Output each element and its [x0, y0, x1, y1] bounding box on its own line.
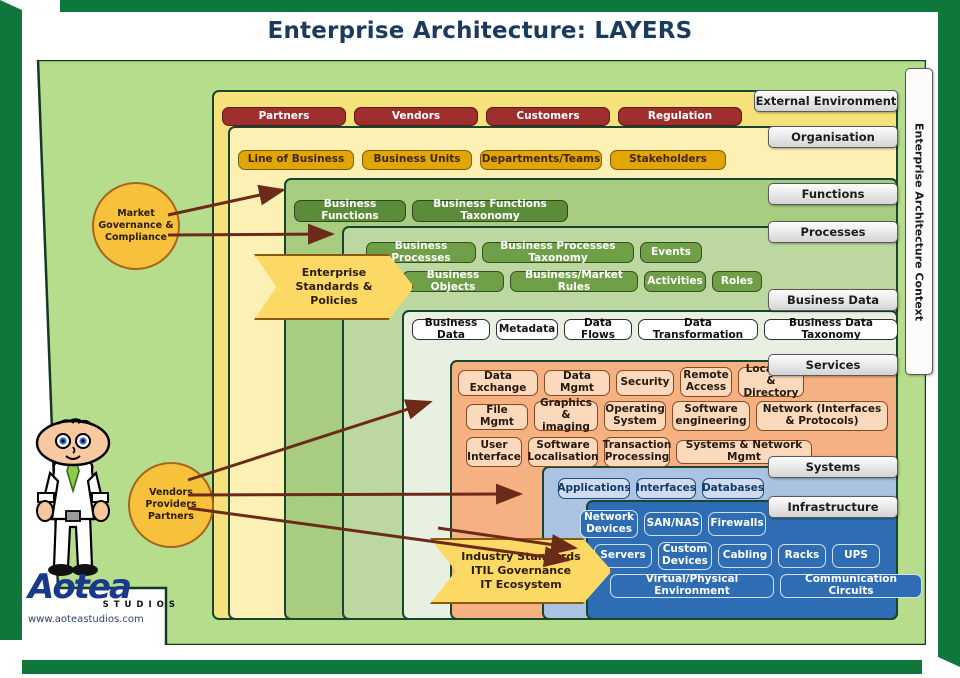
tab-business-data[interactable]: Business Data: [768, 289, 898, 311]
item-data-mgmt[interactable]: Data Mgmt: [544, 370, 610, 396]
item-custom-devices[interactable]: Custom Devices: [658, 542, 712, 570]
page-title: Enterprise Architecture: LAYERS: [267, 18, 693, 44]
item-data-flows[interactable]: Data Flows: [564, 317, 632, 340]
item-vendors[interactable]: Vendors: [354, 107, 478, 126]
tab-organisation[interactable]: Organisation: [768, 126, 898, 148]
callout-vendors-line-3: Partners: [148, 510, 194, 522]
context-label-text: Enterprise Architecture Context: [912, 122, 926, 321]
item-roles[interactable]: Roles: [712, 271, 762, 292]
frame-top-bar: [60, 0, 960, 12]
item-data-exchange[interactable]: Data Exchange: [458, 370, 538, 396]
item-graphics-imaging[interactable]: Graphics & imaging: [534, 397, 598, 433]
callout-market-line-3: Compliance: [105, 231, 167, 243]
brand-name: Aotea: [28, 567, 132, 607]
item-san-nas[interactable]: SAN/NAS: [644, 512, 702, 536]
item-software-engineering[interactable]: Software engineering: [672, 401, 750, 431]
item-security[interactable]: Security: [616, 370, 674, 396]
item-business-data[interactable]: Business Data: [412, 317, 490, 340]
item-stakeholders[interactable]: Stakeholders: [610, 150, 726, 170]
item-business-units[interactable]: Business Units: [362, 150, 472, 170]
callout-market-governance-compliance[interactable]: Market Governance & Compliance: [92, 182, 180, 270]
item-departments-teams[interactable]: Departments/Teams: [480, 150, 602, 170]
item-business-objects[interactable]: Business Objects: [402, 269, 504, 292]
item-data-transformation[interactable]: Data Transformation: [638, 317, 758, 340]
brand-block: Aotea STUDIOS www.aoteastudios.com: [28, 570, 188, 625]
tab-services[interactable]: Services: [768, 354, 898, 376]
item-file-mgmt[interactable]: File Mgmt: [466, 404, 528, 430]
tab-systems[interactable]: Systems: [768, 456, 898, 478]
item-racks[interactable]: Racks: [778, 544, 826, 568]
item-business-functions[interactable]: Business Functions: [294, 198, 406, 222]
item-regulation[interactable]: Regulation: [618, 107, 742, 126]
callout-vendors-line-1: Vendors: [149, 487, 193, 499]
frame-right-bar: [938, 12, 960, 667]
item-applications[interactable]: Applications: [557, 478, 631, 499]
item-user-interface[interactable]: User Interface: [466, 437, 522, 467]
chevron-ent-line-3: Policies: [310, 294, 358, 308]
item-transaction-processing[interactable]: Transaction Processing: [603, 437, 671, 467]
enterprise-architecture-context-label: Enterprise Architecture Context: [905, 68, 933, 375]
chevron-ent-line-2: Standards &: [295, 279, 373, 293]
item-virtual-physical-environment[interactable]: Virtual/Physical Environment: [610, 573, 774, 598]
diagram-canvas: Partners Vendors Customers Regulation Li…: [26, 60, 926, 645]
item-business-data-taxonomy[interactable]: Business Data Taxonomy: [764, 317, 898, 340]
tab-functions[interactable]: Functions: [768, 183, 898, 205]
callout-industry-standards-itil[interactable]: Industry Standards ITIL Governance IT Ec…: [430, 538, 612, 604]
item-network-devices[interactable]: Network Devices: [580, 510, 638, 538]
callout-enterprise-standards-policies[interactable]: Enterprise Standards & Policies: [254, 254, 414, 320]
item-communication-circuits[interactable]: Communication Circuits: [780, 573, 922, 598]
item-line-of-business[interactable]: Line of Business: [238, 150, 354, 170]
callout-vendors-providers-partners[interactable]: Vendors Providers Partners: [128, 462, 214, 548]
brand-url: www.aoteastudios.com: [28, 614, 144, 625]
item-interfaces[interactable]: Interfaces: [636, 478, 696, 499]
item-partners[interactable]: Partners: [222, 107, 346, 126]
chevron-ind-line-3: IT Ecosystem: [480, 578, 562, 592]
chevron-ind-line-2: ITIL Governance: [470, 563, 572, 577]
chevron-ent-line-1: Enterprise: [301, 265, 367, 279]
item-firewalls[interactable]: Firewalls: [708, 512, 766, 536]
item-events[interactable]: Events: [640, 242, 702, 263]
item-business-functions-taxonomy[interactable]: Business Functions Taxonomy: [412, 198, 568, 222]
callout-market-line-2: Governance &: [98, 220, 174, 232]
item-network-interfaces-protocols[interactable]: Network (Interfaces & Protocols): [756, 401, 888, 431]
item-operating-system[interactable]: Operating System: [604, 401, 666, 431]
item-metadata[interactable]: Metadata: [496, 319, 558, 340]
chevron-ind-line-1: Industry Standards: [461, 549, 581, 563]
item-cabling[interactable]: Cabling: [718, 544, 772, 568]
item-software-localisation[interactable]: Software Localisation: [527, 437, 599, 467]
item-ups[interactable]: UPS: [832, 544, 880, 568]
tab-infrastructure[interactable]: Infrastructure: [768, 496, 898, 518]
item-remote-access[interactable]: Remote Access: [680, 367, 732, 397]
tab-processes[interactable]: Processes: [768, 221, 898, 243]
callout-vendors-line-2: Providers: [145, 499, 197, 511]
item-databases[interactable]: Databases: [702, 478, 764, 499]
item-business-market-rules[interactable]: Business/Market Rules: [510, 269, 638, 292]
cartoon-person-icon: [35, 418, 111, 576]
item-customers[interactable]: Customers: [486, 107, 610, 126]
frame-bottom-bar: [22, 660, 922, 674]
callout-market-line-1: Market: [117, 208, 155, 220]
item-business-processes-taxonomy[interactable]: Business Processes Taxonomy: [482, 240, 634, 263]
item-activities[interactable]: Activities: [644, 271, 706, 292]
tab-external-environment[interactable]: External Environment: [754, 90, 898, 112]
